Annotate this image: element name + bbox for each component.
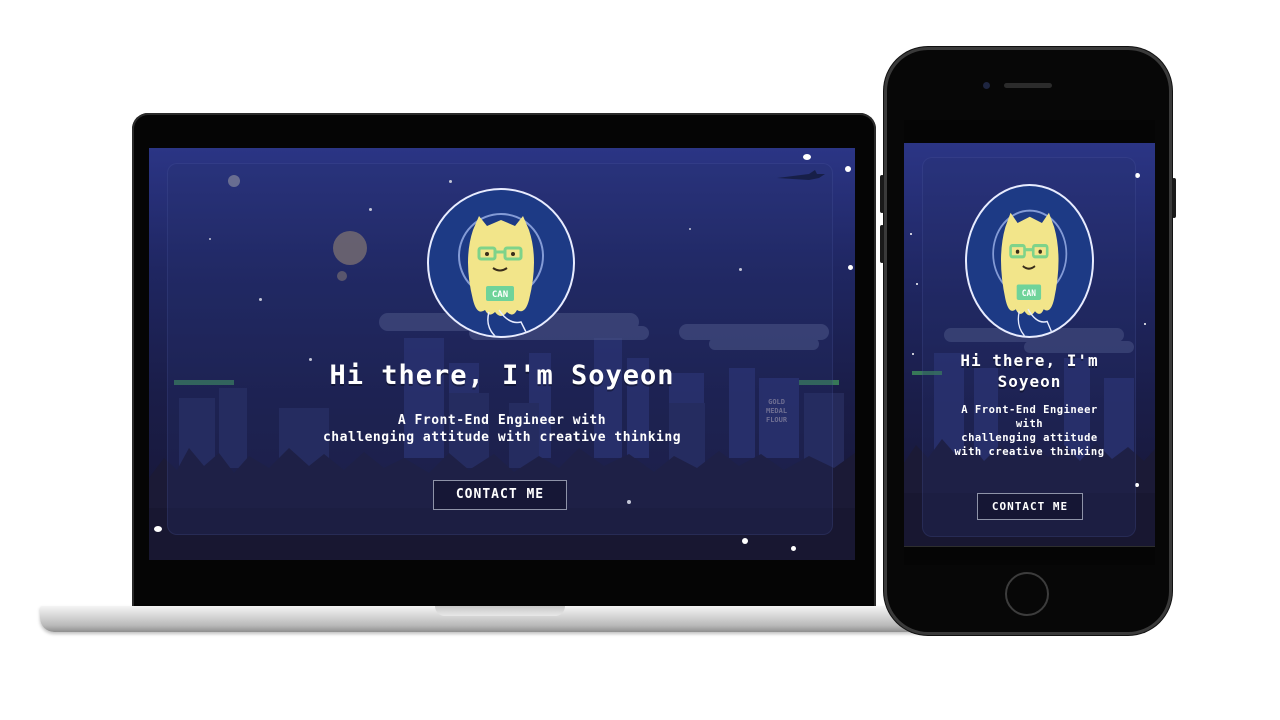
star [742, 538, 748, 544]
badge-text: CAN [1022, 288, 1036, 299]
phone-side-button [880, 225, 884, 263]
alien-astronaut-icon: CAN [992, 209, 1068, 336]
contact-button[interactable]: CONTACT ME [433, 480, 567, 510]
star [910, 233, 912, 235]
star [803, 154, 811, 160]
home-button[interactable] [1005, 572, 1049, 616]
star [1144, 323, 1146, 325]
star [845, 166, 851, 172]
phone-speaker [1004, 83, 1052, 88]
star [791, 546, 796, 551]
alien-astronaut-icon: CAN [458, 213, 544, 336]
laptop-notch [435, 606, 565, 616]
phone-side-button [880, 175, 884, 213]
avatar: CAN [965, 184, 1094, 338]
svg-text:CAN: CAN [492, 290, 508, 300]
hero-title: Hi there, I'm Soyeon [960, 351, 1099, 391]
hero-subtitle: A Front-End Engineer with challenging at… [322, 413, 682, 445]
star [154, 526, 162, 532]
contact-button[interactable]: CONTACT ME [977, 493, 1083, 520]
hero-title: Hi there, I'm Soyeon [329, 360, 675, 391]
hero-subtitle: A Front-End Engineer with challenging at… [954, 404, 1105, 458]
camera-icon [983, 82, 990, 89]
phone-side-button [1172, 178, 1176, 218]
laptop-screen: GOLD MEDAL FLOUR CAN Hi there, I'm Soyeo… [149, 148, 855, 560]
star [848, 265, 853, 270]
phone-bottom-bar [904, 546, 1155, 565]
avatar: CAN [427, 188, 575, 338]
phone-screen: CAN Hi there, I'm Soyeon A Front-End Eng… [904, 143, 1155, 546]
phone-status-bar [904, 120, 1155, 144]
star [916, 283, 918, 285]
